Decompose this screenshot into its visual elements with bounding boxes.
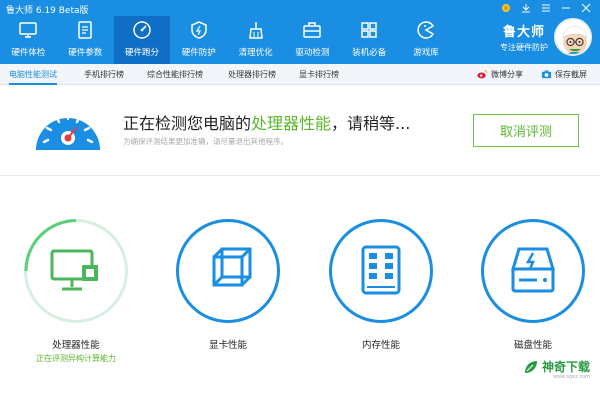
monitor-icon <box>19 22 38 38</box>
weibo-icon <box>477 69 488 79</box>
cube-icon <box>212 247 252 287</box>
nav-item-benchmark[interactable]: 硬件跑分 <box>113 16 171 64</box>
top-bar: 鲁大师 6.19 Beta版 硬件体检 硬件参数 硬件跑分 硬件防护 清理优化 … <box>0 0 600 64</box>
brand-name: 鲁大师 <box>502 25 545 40</box>
test-label: 内存性能 <box>361 340 400 351</box>
menu-icon[interactable] <box>536 1 556 15</box>
avatar[interactable] <box>554 18 592 56</box>
progress-ring <box>24 219 128 323</box>
nav-label: 驱动检测 <box>295 48 330 58</box>
brand-slogan: 专注硬件防护 <box>500 43 548 52</box>
test-card-memory[interactable]: 内存性能 <box>329 219 433 351</box>
nav-label: 硬件防护 <box>181 48 216 58</box>
main-nav: 硬件体检 硬件参数 硬件跑分 硬件防护 清理优化 驱动检测 装机必备 游戏库 <box>0 16 454 64</box>
tab-phone-ranking[interactable]: 手机排行榜 <box>84 64 124 85</box>
test-card-gpu[interactable]: 显卡性能 <box>176 219 280 351</box>
status-prefix: 正在检测您电脑的 <box>123 114 252 133</box>
window-controls <box>496 1 596 15</box>
nav-item-game-library[interactable]: 游戏库 <box>398 16 455 64</box>
minimize-icon[interactable] <box>556 1 576 15</box>
progress-arc <box>24 219 77 272</box>
pacman-icon <box>417 21 434 39</box>
document-icon <box>78 21 92 39</box>
nav-label: 硬件参数 <box>68 48 103 58</box>
test-label: 显卡性能 <box>208 340 247 351</box>
download-icon[interactable] <box>516 1 536 15</box>
close-icon[interactable] <box>576 1 596 15</box>
watermark-url: www.sqxz.com <box>552 374 590 380</box>
medal-icon[interactable] <box>496 1 516 15</box>
memory-chip-icon <box>361 245 401 295</box>
progress-ring <box>329 219 433 323</box>
disk-icon <box>510 247 556 293</box>
app-title: 鲁大师 6.19 Beta版 <box>6 6 89 16</box>
nav-item-essentials[interactable]: 装机必备 <box>341 16 398 64</box>
progress-ring <box>176 219 280 323</box>
tab-overall-ranking[interactable]: 综合性能排行榜 <box>147 64 203 85</box>
nav-item-hardware-params[interactable]: 硬件参数 <box>57 16 114 64</box>
status-title: 正在检测您电脑的处理器性能，请稍等... <box>123 110 410 134</box>
toolbox-icon <box>303 22 322 38</box>
shield-icon <box>191 21 207 39</box>
tab-cpu-ranking[interactable]: 处理器排行榜 <box>228 64 276 85</box>
weibo-share-label: 微博分享 <box>491 70 523 79</box>
nav-label: 清理优化 <box>238 48 273 58</box>
nav-label: 装机必备 <box>352 48 387 58</box>
cancel-benchmark-button[interactable]: 取消评测 <box>473 114 579 147</box>
tab-gpu-ranking[interactable]: 显卡排行榜 <box>299 64 339 85</box>
speedometer-icon <box>36 112 100 150</box>
test-label: 磁盘性能 <box>513 340 552 351</box>
status-hint: 为确保评测结果更加准确，请尽量退出其他程序。 <box>123 137 288 146</box>
nav-item-protection[interactable]: 硬件防护 <box>170 16 227 64</box>
nav-label: 游戏库 <box>413 48 439 58</box>
broom-icon <box>248 22 263 39</box>
watermark: 神奇下载 www.sqxz.com <box>523 358 590 380</box>
brand[interactable]: 鲁大师 专注硬件防护 <box>500 18 592 56</box>
test-card-cpu[interactable]: 处理器性能 正在评测异构计算能力 <box>24 219 128 363</box>
nav-item-hardware-check[interactable]: 硬件体检 <box>0 16 57 64</box>
save-screenshot-label: 保存截屏 <box>555 70 587 79</box>
test-status: 正在评测异构计算能力 <box>36 354 116 363</box>
tab-pc-performance[interactable]: 电脑性能测试 <box>9 64 57 85</box>
sub-tabs: 电脑性能测试 手机排行榜 综合性能排行榜 处理器排行榜 显卡排行榜 微博分享 保… <box>0 64 600 85</box>
speedometer-icon <box>133 21 151 39</box>
test-card-disk[interactable]: 磁盘性能 <box>481 219 585 351</box>
status-highlight: 处理器性能 <box>251 114 332 133</box>
camera-icon <box>541 70 552 79</box>
status-suffix: ，请稍等... <box>331 114 411 133</box>
watermark-text: 神奇下载 <box>541 360 590 374</box>
nav-item-drivers[interactable]: 驱动检测 <box>284 16 341 64</box>
nav-label: 硬件跑分 <box>124 48 159 58</box>
apps-grid-icon <box>361 22 377 38</box>
weibo-share-button[interactable]: 微博分享 <box>477 64 523 85</box>
leaf-icon <box>524 360 537 373</box>
test-label: 处理器性能 <box>52 340 100 351</box>
divider <box>0 175 600 176</box>
save-screenshot-button[interactable]: 保存截屏 <box>541 64 587 85</box>
nav-label: 硬件体检 <box>11 48 46 58</box>
nav-item-cleanup[interactable]: 清理优化 <box>227 16 284 64</box>
progress-ring <box>481 219 585 323</box>
